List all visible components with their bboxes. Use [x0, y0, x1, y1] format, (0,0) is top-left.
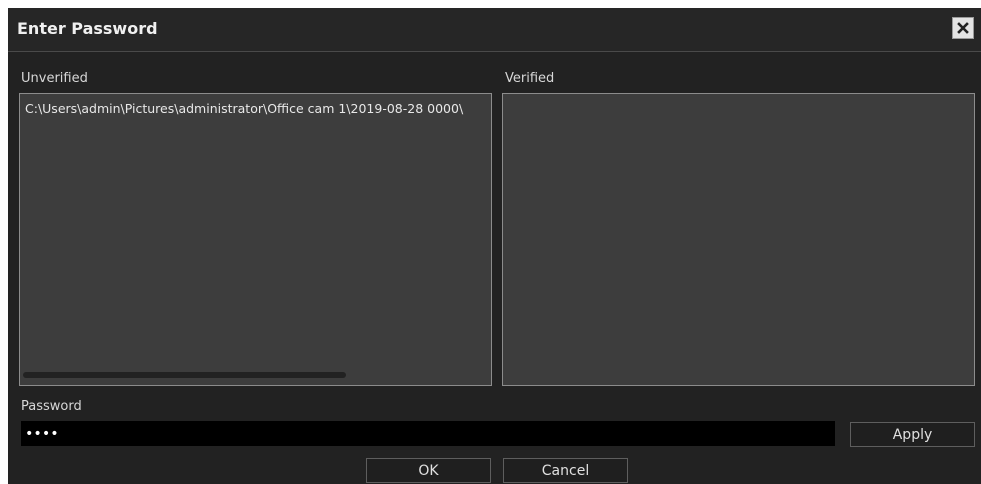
- ok-button[interactable]: OK: [366, 458, 491, 483]
- dialog-titlebar: Enter Password: [8, 8, 981, 52]
- cancel-button[interactable]: Cancel: [503, 458, 628, 483]
- unverified-label: Unverified: [21, 71, 88, 86]
- apply-button[interactable]: Apply: [850, 422, 975, 447]
- close-button[interactable]: [952, 17, 974, 39]
- enter-password-dialog: Enter Password Unverified Verified C:\Us…: [8, 8, 981, 484]
- list-item[interactable]: C:\Users\admin\Pictures\administrator\Of…: [25, 101, 463, 116]
- password-input[interactable]: [21, 421, 835, 446]
- dialog-title: Enter Password: [17, 19, 158, 38]
- verified-list[interactable]: [502, 93, 975, 386]
- close-icon: [957, 22, 969, 34]
- unverified-list[interactable]: C:\Users\admin\Pictures\administrator\Of…: [19, 93, 492, 386]
- password-label: Password: [21, 399, 82, 414]
- verified-label: Verified: [505, 71, 555, 86]
- horizontal-scrollbar[interactable]: [23, 372, 346, 378]
